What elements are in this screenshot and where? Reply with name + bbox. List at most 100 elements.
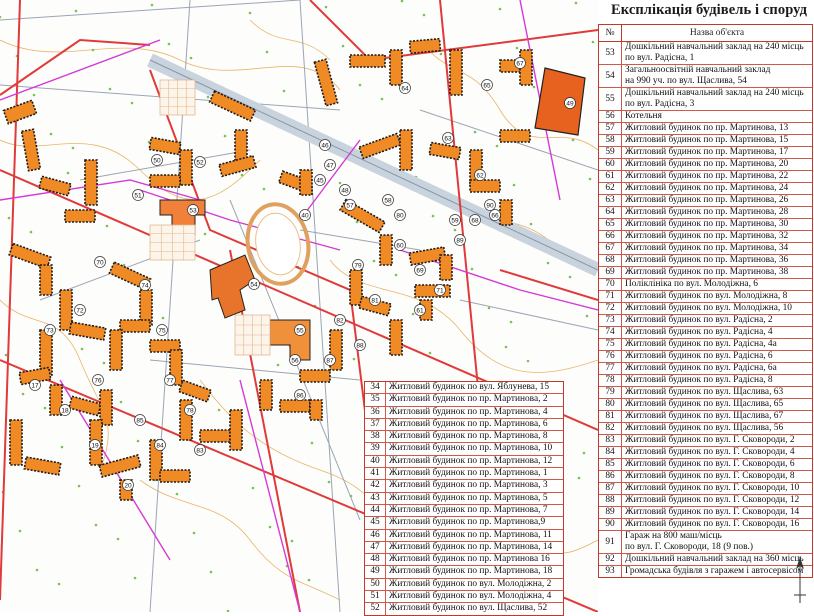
building-number: 54 bbox=[250, 281, 258, 288]
legend-row-num: 90 bbox=[599, 519, 622, 530]
tree-dot bbox=[498, 7, 502, 11]
tree-dot bbox=[66, 171, 70, 175]
tree-dot bbox=[74, 9, 78, 13]
legend-row-num: 47 bbox=[365, 541, 386, 554]
legend-row-num: 74 bbox=[599, 327, 622, 338]
legend-row-num: 34 bbox=[365, 382, 386, 394]
legend-row-num: 42 bbox=[365, 480, 386, 492]
building bbox=[499, 129, 531, 143]
tree-dot bbox=[352, 357, 356, 361]
building-number: 77 bbox=[166, 377, 174, 384]
legend-row-name: Житловий будинок по пр. Мартинова, 15 bbox=[625, 135, 789, 145]
legend-row: 91 Гараж на 800 маш/місць по вул. Г. Сков… bbox=[599, 531, 812, 554]
legend-row-name: Житловий будинок по вул. Молодіжна, 8 bbox=[625, 291, 788, 301]
tree-dot bbox=[217, 408, 221, 412]
building bbox=[9, 419, 23, 466]
legend-row-num: 50 bbox=[365, 578, 386, 591]
building bbox=[68, 321, 107, 341]
legend-row-name: Житловий будинок по пр. Мартинова, 20 bbox=[625, 159, 789, 169]
legend-row: 54 Загальноосвітній навчальний заклад на … bbox=[599, 65, 812, 88]
legend-row-name: Житловий будинок по вул. Г. Сковороди, 1… bbox=[625, 495, 800, 505]
legend-row-num: 82 bbox=[599, 423, 622, 434]
tree-dot bbox=[167, 42, 171, 46]
building-number: 51 bbox=[134, 192, 142, 199]
legend-table-right: № Назва об'єкта 53 Дошкільний навчальний … bbox=[598, 24, 813, 578]
tree-dot bbox=[4, 353, 8, 357]
building bbox=[39, 264, 53, 296]
building bbox=[309, 399, 323, 421]
tree-dot bbox=[29, 230, 33, 234]
legend-row-name: Житловий будинок по пр. Мартинова, 11 bbox=[389, 529, 552, 540]
legend-row: 89 Житловий будинок по вул. Г. Сковороди,… bbox=[599, 507, 812, 519]
tree-dot bbox=[411, 312, 415, 316]
tree-dot bbox=[32, 93, 36, 97]
legend-row: 63 Житловий будинок по пр. Мартинова, 26 bbox=[599, 195, 812, 207]
legend-row: 39 Житловий будинок по пр. Мартинова, 10 bbox=[365, 443, 563, 456]
legend-row-name: Житловий будинок по вул. Радісна, 4 bbox=[625, 327, 773, 337]
legend-row: 34 Житловий будинок по вул. Яблунева, 15 bbox=[365, 382, 563, 395]
building-number: 88 bbox=[356, 342, 364, 349]
tree-dot bbox=[133, 576, 137, 580]
building-number: 67 bbox=[516, 60, 524, 67]
tree-dot bbox=[358, 83, 362, 87]
tree-dot bbox=[504, 345, 508, 349]
tree-dot bbox=[18, 529, 22, 533]
legend-row: 55 Дошкільний навчальний заклад на 240 мі… bbox=[599, 88, 812, 111]
tree-dot bbox=[116, 537, 120, 541]
tree-dot bbox=[43, 406, 47, 410]
legend-row: 90 Житловий будинок по вул. Г. Сковороди,… bbox=[599, 519, 812, 531]
legend-row: 36 Житловий будинок по пр. Мартинова, 4 bbox=[365, 406, 563, 419]
building bbox=[499, 199, 513, 226]
legend-row: 85 Житловий будинок по вул. Г. Сковороди,… bbox=[599, 459, 812, 471]
legend-row-num: 39 bbox=[365, 443, 386, 455]
legend-row: 49 Житловий будинок по пр. Мартинова, 18 bbox=[365, 566, 563, 579]
building-number: 66 bbox=[491, 212, 499, 219]
legend-row-num: 84 bbox=[599, 447, 622, 458]
legend-row-num: 65 bbox=[599, 219, 622, 230]
building bbox=[358, 132, 402, 160]
tree-dot bbox=[529, 222, 533, 226]
legend-row-num: 88 bbox=[599, 495, 622, 506]
contour-line bbox=[329, 259, 598, 373]
legend-row: 69 Житловий будинок по пр. Мартинова, 38 bbox=[599, 267, 812, 279]
legend-row-name: Житловий будинок по вул. Щаслива, 56 bbox=[625, 423, 784, 433]
building bbox=[399, 129, 413, 171]
legend-row-num: 52 bbox=[365, 603, 386, 615]
legend-row-name: Житловий будинок по вул. Молодіжна, 2 bbox=[389, 578, 552, 589]
legend-row-name: Дошкільний навчальний заклад на 240 місц… bbox=[625, 88, 804, 109]
building-number: 19 bbox=[91, 442, 99, 449]
tree-dot bbox=[577, 476, 581, 480]
tree-dot bbox=[130, 101, 134, 105]
building-number: 49 bbox=[566, 100, 574, 107]
legend-row-num: 76 bbox=[599, 351, 622, 362]
tree-dot bbox=[380, 97, 384, 101]
tree-dot bbox=[582, 451, 586, 455]
legend-row-num: 67 bbox=[599, 243, 622, 254]
building bbox=[177, 379, 213, 403]
building-number: 73 bbox=[46, 327, 54, 334]
building bbox=[299, 169, 313, 196]
legend-row-num: 59 bbox=[599, 147, 622, 158]
legend-row-name: Дошкільний навчальний заклад на 360 місц… bbox=[625, 554, 804, 564]
building-number: 55 bbox=[296, 327, 304, 334]
legend-row-name: Житловий будинок по пр. Мартинова, 17 bbox=[625, 147, 789, 157]
building bbox=[229, 409, 243, 451]
legend-row-num: 75 bbox=[599, 339, 622, 350]
legend-row: 48 Житловий будинок по пр. Мартинова 16 bbox=[365, 554, 563, 567]
legend-row-name: Дошкільний навчальний заклад на 240 місц… bbox=[625, 42, 804, 63]
legend-row-num: 73 bbox=[599, 315, 622, 326]
legend-row-name: Житловий будинок по вул. Г. Сковороди, 2 bbox=[625, 435, 795, 445]
legend-row: 42 Житловий будинок по пр. Мартинова, 3 bbox=[365, 480, 563, 493]
legend-row-name: Житловий будинок по вул. Г. Сковороди, 1… bbox=[625, 507, 800, 517]
building-number: 60 bbox=[396, 242, 404, 249]
legend-row-name: Житловий будинок по пр. Мартинова, 38 bbox=[625, 267, 789, 277]
building bbox=[159, 469, 191, 483]
legend-row-name: Житловий будинок по пр. Мартинова, 26 bbox=[625, 195, 789, 205]
building-number: 81 bbox=[371, 297, 379, 304]
legend-row: 86 Житловий будинок по вул. Г. Сковороди,… bbox=[599, 471, 812, 483]
legend-row-num: 63 bbox=[599, 195, 622, 206]
legend-row-num: 38 bbox=[365, 431, 386, 443]
tree-dot bbox=[60, 445, 64, 449]
legend-row: 41 Житловий будинок по пр. Мартинова, 1 bbox=[365, 468, 563, 481]
building-number: 47 bbox=[326, 162, 334, 169]
